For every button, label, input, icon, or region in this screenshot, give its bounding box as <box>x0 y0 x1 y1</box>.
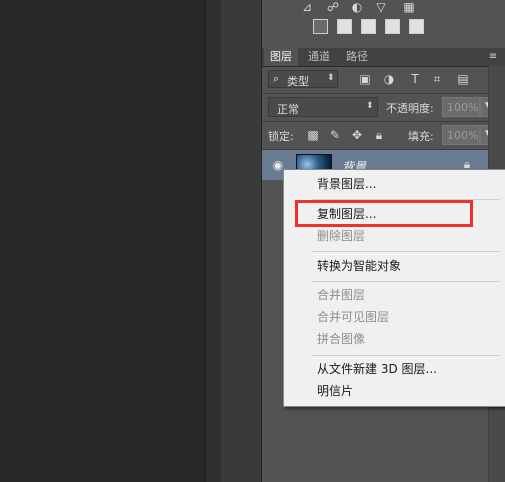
gradient-map-icon[interactable] <box>409 19 424 34</box>
lock-all-icon[interactable]: 🔒︎ <box>372 128 386 142</box>
shape-filter-icon[interactable]: ⌗ <box>430 72 444 86</box>
menu-item-merge-layers: 合并图层 <box>317 288 366 302</box>
fill-value: 100% <box>447 129 479 142</box>
type-filter-icon[interactable]: T <box>408 72 422 86</box>
smart-object-filter-icon[interactable]: ▤ <box>456 72 470 86</box>
fill-field[interactable]: 100% <box>442 125 480 145</box>
levels-icon[interactable]: ⊿ <box>300 0 314 14</box>
menu-item-background-layer[interactable]: 背景图层... <box>317 175 376 193</box>
opacity-value: 100% <box>447 101 479 114</box>
opacity-field[interactable]: 100% <box>442 97 480 117</box>
blend-mode-value: 正常 <box>277 103 299 116</box>
posterize-icon[interactable] <box>337 19 352 34</box>
highlight-box <box>295 200 473 227</box>
menu-item-merge-visible: 合并可见图层 <box>317 310 390 324</box>
opacity-label: 不透明度: <box>386 102 434 115</box>
panel-menu-icon[interactable]: ≡ <box>486 50 500 64</box>
menu-item-flatten-image: 拼合图像 <box>317 332 366 346</box>
chevron-down-icon: ⬍ <box>327 73 335 83</box>
filter-kind-label: 类型 <box>287 75 309 88</box>
panel-tab-bar: 图层 通道 路径 ≡ <box>262 48 505 67</box>
selective-color-icon[interactable] <box>385 19 400 34</box>
threshold-icon[interactable] <box>361 19 376 34</box>
tab-channels[interactable]: 通道 <box>302 48 336 66</box>
invert-icon[interactable] <box>313 19 328 34</box>
menu-item-new-3d-layer-from-file[interactable]: 从文件新建 3D 图层... <box>317 360 437 378</box>
pixel-filter-icon[interactable]: ▣ <box>358 72 372 86</box>
adjustment-filter-icon[interactable]: ◑ <box>382 72 396 86</box>
menu-item-delete-layer: 删除图层 <box>317 229 366 243</box>
canvas-scrollbar[interactable] <box>205 0 222 482</box>
fill-label: 填充: <box>408 130 434 143</box>
blend-mode-select[interactable]: 正常 ⬍ <box>268 97 378 117</box>
lock-position-icon[interactable]: ✥ <box>350 128 364 142</box>
tab-paths[interactable]: 路径 <box>340 48 374 66</box>
lock-label: 锁定: <box>268 130 294 143</box>
layer-filter-select[interactable]: ⌕ 类型 ⬍ <box>268 70 338 88</box>
chevron-down-icon: ⬍ <box>366 101 374 111</box>
curves-icon[interactable]: ☍ <box>326 0 340 14</box>
document-canvas <box>0 0 205 482</box>
exposure-icon[interactable]: ◐ <box>350 0 364 14</box>
menu-item-postcard[interactable]: 明信片 <box>317 382 353 400</box>
color-lookup-icon[interactable]: ▦ <box>402 0 416 14</box>
search-icon: ⌕ <box>273 72 280 85</box>
lock-image-icon[interactable]: ✎ <box>328 128 342 142</box>
menu-item-convert-smart-object[interactable]: 转换为智能对象 <box>317 257 401 275</box>
tab-layers[interactable]: 图层 <box>264 48 298 66</box>
panel-dock-collapsed <box>221 0 262 482</box>
vibrance-icon[interactable]: ▽ <box>374 0 388 14</box>
adjustments-strip: ⊿ ☍ ◐ ▽ ▦ <box>262 0 505 46</box>
lock-transparent-icon[interactable]: ▩ <box>306 128 320 142</box>
